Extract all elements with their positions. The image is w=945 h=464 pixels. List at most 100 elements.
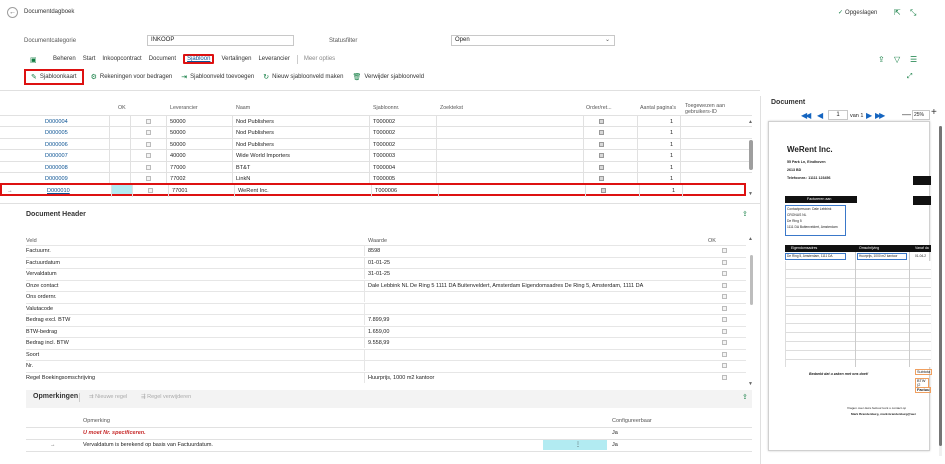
header-field-row[interactable]: Bedrag incl. BTW 9.558,99 [26, 337, 746, 348]
table-row[interactable]: D000009 77002 LinkN T000005 1 [0, 172, 752, 185]
share-icon[interactable]: ⇪ [742, 393, 748, 401]
menu-more-options[interactable]: Meer opties [304, 56, 335, 62]
ok-checkbox[interactable] [146, 176, 151, 181]
menu-document[interactable]: Document [149, 56, 176, 62]
table-row[interactable]: D000004 50000 Nod Publishers T000002 1 [0, 115, 752, 128]
scroll-up-icon[interactable]: ▲ [748, 236, 753, 242]
menu-sjabloon[interactable]: Sjabloon [183, 54, 215, 64]
ok-checkbox[interactable] [722, 317, 727, 322]
header-field-row[interactable]: Regel Boekingsomschrijving Huurprijs, 100… [26, 371, 746, 383]
filter-icon[interactable]: ▽ [894, 55, 900, 64]
table-row[interactable]: → D000010 77001 WeRent Inc. T000006 1 [0, 183, 746, 198]
doc-no-link[interactable]: D000010 [47, 188, 70, 194]
header-field-row[interactable]: Bedrag excl. BTW 7.899,99 [26, 314, 746, 325]
more-icon[interactable]: ⋮ [575, 441, 581, 448]
field-value[interactable]: Huurprijs, 1000 m2 kantoor [368, 375, 434, 381]
zoom-out-icon[interactable]: — [902, 109, 911, 119]
header-field-row[interactable]: Factuurnr. 8598 [26, 245, 746, 256]
first-page-icon[interactable]: ◀◀ [801, 111, 811, 120]
table-row[interactable]: D000007 40000 Wide World Importers T000003 1 [0, 149, 752, 163]
list-view-icon[interactable]: ☰ [910, 55, 917, 64]
pin-icon[interactable]: ▣ [30, 56, 37, 64]
ok-checkbox[interactable] [722, 351, 727, 357]
page-input[interactable]: 1 [828, 110, 848, 120]
ok-checkbox[interactable] [722, 248, 727, 253]
ok-checkbox[interactable] [722, 363, 727, 368]
new-template-field-button[interactable]: ↻ Nieuw sjabloonveld maken [263, 73, 343, 81]
amount-accounts-button[interactable]: ⚙ Rekeningen voor bedragen [91, 73, 173, 81]
remark-configurable[interactable]: Ja [612, 430, 618, 436]
next-page-icon[interactable]: ▶ [866, 111, 872, 120]
header-field-row[interactable]: Onze contact Dale Lebbink NL De Ring 5 11… [26, 279, 746, 291]
new-line-button[interactable]: ⇉ Nieuwe regel [89, 394, 127, 400]
doc-no-link[interactable]: D000006 [45, 142, 68, 148]
table-row[interactable]: D000008 77000 BT&T T000004 1 [0, 160, 752, 174]
ok-checkbox[interactable] [148, 188, 153, 194]
header-field-row[interactable]: Ons ordernr. [26, 291, 746, 302]
share-icon[interactable]: ⇪ [742, 210, 748, 218]
header-field-row[interactable]: Valutacode [26, 302, 746, 314]
doc-no-link[interactable]: D000008 [45, 165, 68, 171]
field-value[interactable]: 31-01-25 [368, 271, 390, 277]
col-template-no[interactable]: Sjabloonnr. [373, 105, 400, 111]
share-icon[interactable]: ⇪ [878, 55, 885, 64]
order-return-checkbox[interactable] [599, 164, 604, 170]
ok-checkbox[interactable] [722, 305, 727, 311]
ok-checkbox[interactable] [146, 164, 151, 170]
field-value[interactable]: 01-01-25 [368, 260, 390, 266]
menu-vertalingen[interactable]: Vertalingen [221, 56, 251, 62]
field-value[interactable]: Dale Lebbink NL De Ring 5 1111 DA Buiten… [368, 283, 643, 289]
field-value[interactable]: 7.899,99 [368, 317, 389, 323]
zoom-input[interactable]: 25% [912, 110, 930, 120]
field-value[interactable]: 9.558,99 [368, 340, 389, 346]
scroll-down-icon[interactable]: ▼ [748, 381, 753, 387]
menu-beheren[interactable]: Beheren [53, 56, 76, 62]
grid-scrollbar[interactable] [749, 140, 753, 170]
header-scrollbar[interactable] [750, 255, 753, 305]
ok-checkbox[interactable] [722, 259, 727, 265]
field-value[interactable]: 8598 [368, 248, 380, 254]
order-return-checkbox[interactable] [599, 153, 604, 159]
ok-checkbox[interactable] [146, 153, 151, 159]
status-filter-field[interactable]: Open ⌄ [451, 35, 615, 46]
ok-checkbox[interactable] [722, 328, 727, 334]
field-value[interactable]: 1.659,00 [368, 329, 389, 335]
ok-checkbox[interactable] [722, 374, 727, 380]
collapse-icon[interactable]: ⤡ [910, 8, 916, 18]
doc-no-link[interactable]: D000004 [45, 119, 68, 125]
header-field-row[interactable]: Vervaldatum 31-01-25 [26, 268, 746, 279]
col-assigned-user[interactable]: Toegewezen aan gebruikers-ID [685, 103, 745, 115]
ok-checkbox[interactable] [722, 282, 727, 288]
remark-configurable[interactable]: Ja [612, 442, 618, 448]
prev-page-icon[interactable]: ◀ [817, 111, 823, 120]
ok-checkbox[interactable] [722, 271, 727, 276]
doc-no-link[interactable]: D000009 [45, 176, 68, 182]
ok-checkbox[interactable] [146, 119, 151, 124]
pane-scrollbar[interactable] [939, 126, 942, 446]
doc-no-link[interactable]: D000005 [45, 130, 68, 136]
open-new-window-icon[interactable]: ⇱ [894, 8, 901, 17]
doc-no-link[interactable]: D000007 [45, 153, 68, 159]
order-return-checkbox[interactable] [599, 119, 604, 124]
back-button[interactable]: ← [7, 7, 18, 18]
header-field-row[interactable]: Soort [26, 348, 746, 360]
order-return-checkbox[interactable] [599, 141, 604, 147]
col-page-count[interactable]: Aantal pagina's [640, 105, 676, 111]
last-page-icon[interactable]: ▶▶ [875, 111, 885, 120]
add-template-field-button[interactable]: ⇥ Sjabloonveld toevoegen [181, 73, 254, 81]
delete-template-field-button[interactable]: 🗑 Verwijder sjabloonveld [352, 73, 424, 81]
table-row[interactable]: D000005 50000 Nod Publishers T000002 1 [0, 126, 752, 140]
category-field[interactable]: INKOOP [147, 35, 294, 46]
zoom-in-icon[interactable]: + [931, 107, 937, 118]
header-field-row[interactable]: Factuurdatum 01-01-25 [26, 256, 746, 268]
order-return-checkbox[interactable] [599, 130, 604, 136]
col-search-text[interactable]: Zoektekst [440, 105, 463, 111]
order-return-checkbox[interactable] [599, 176, 604, 181]
order-return-checkbox[interactable] [601, 188, 606, 194]
header-field-row[interactable]: Nr. [26, 360, 746, 371]
menu-inkoopcontract[interactable]: Inkoopcontract [102, 56, 141, 62]
ok-checkbox[interactable] [722, 294, 727, 299]
col-order-return[interactable]: Order/ret... [586, 105, 612, 111]
delete-line-button[interactable]: ⇶ Regel verwijderen [141, 394, 191, 400]
table-row[interactable]: D000006 50000 Nod Publishers T000002 1 [0, 137, 752, 151]
